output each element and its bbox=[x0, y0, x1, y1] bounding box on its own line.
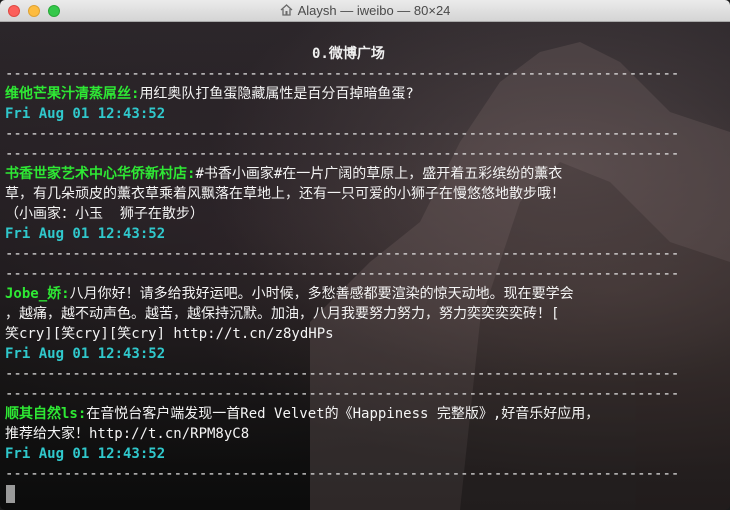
separator: ----------------------------------------… bbox=[5, 266, 680, 282]
post-4-first-line: 顺其自然ls:在音悦台客户端发现一首Red Velvet的《Happiness … bbox=[5, 404, 599, 424]
terminal-content[interactable]: 0.微博广场 ---------------------------------… bbox=[0, 22, 730, 510]
separator: ----------------------------------------… bbox=[5, 246, 680, 262]
terminal-cursor bbox=[6, 485, 15, 503]
post-1-first-line: 维他芒果汁清蒸屌丝:用红奥队打鱼蛋隐藏属性是百分百掉暗鱼蛋? bbox=[5, 84, 414, 104]
post-time: Fri Aug 01 12:43:52 bbox=[5, 226, 166, 242]
separator: ----------------------------------------… bbox=[5, 146, 680, 162]
post-time: Fri Aug 01 12:43:52 bbox=[5, 446, 166, 462]
separator: ----------------------------------------… bbox=[5, 66, 680, 82]
post-text: 推荐给大家！http://t.cn/RPM8yC8 bbox=[5, 426, 250, 442]
home-folder-icon bbox=[280, 4, 293, 19]
post-time: Fri Aug 01 12:43:52 bbox=[5, 106, 166, 122]
post-time: Fri Aug 01 12:43:52 bbox=[5, 346, 166, 362]
post-text: 笑cry][笑cry][笑cry] http://t.cn/z8ydHPs bbox=[5, 326, 334, 342]
post-text: 在音悦台客户端发现一首Red Velvet的《Happiness 完整版》,好音… bbox=[86, 406, 600, 422]
separator: ----------------------------------------… bbox=[5, 126, 680, 142]
feed-header: 0.微博广场 bbox=[312, 46, 385, 62]
post-user[interactable]: Jobe_娇: bbox=[5, 286, 70, 302]
post-2-first-line: 书香世家艺术中心华侨新村店:#书香小画家#在一片广阔的草原上，盛开着五彩缤纷的薰… bbox=[5, 164, 562, 184]
post-text: #书香小画家#在一片广阔的草原上，盛开着五彩缤纷的薰衣 bbox=[195, 166, 563, 182]
post-text: 草，有几朵顽皮的薰衣草乘着风飘落在草地上，还有一只可爱的小狮子在慢悠悠地散步哦！ bbox=[5, 186, 565, 202]
post-3-first-line: Jobe_娇:八月你好！请多给我好运吧。小时候，多愁善感都要渲染的惊天动地。现在… bbox=[5, 284, 574, 304]
post-text: ，越痛，越不动声色。越苦，越保持沉默。加油，八月我要努力努力，努力奕奕奕奕砖！[ bbox=[5, 306, 560, 322]
separator: ----------------------------------------… bbox=[5, 386, 680, 402]
post-user[interactable]: 书香世家艺术中心华侨新村店: bbox=[5, 166, 195, 182]
window-title: Alaysh — iweibo — 80×24 bbox=[297, 3, 451, 18]
title-bar[interactable]: Alaysh — iweibo — 80×24 bbox=[0, 0, 730, 22]
separator: ----------------------------------------… bbox=[5, 366, 680, 382]
terminal-window: Alaysh — iweibo — 80×24 0.微博广场 ---------… bbox=[0, 0, 730, 510]
post-text: 八月你好！请多给我好运吧。小时候，多愁善感都要渲染的惊天动地。现在要学会 bbox=[69, 286, 574, 302]
post-text: （小画家：小玉 狮子在散步） bbox=[5, 206, 204, 222]
window-title-wrap: Alaysh — iweibo — 80×24 bbox=[0, 3, 730, 19]
post-text: 用红奥队打鱼蛋隐藏属性是百分百掉暗鱼蛋? bbox=[139, 86, 414, 102]
separator: ----------------------------------------… bbox=[5, 466, 680, 482]
post-user[interactable]: 顺其自然ls: bbox=[5, 406, 86, 422]
post-user[interactable]: 维他芒果汁清蒸屌丝: bbox=[5, 86, 139, 102]
